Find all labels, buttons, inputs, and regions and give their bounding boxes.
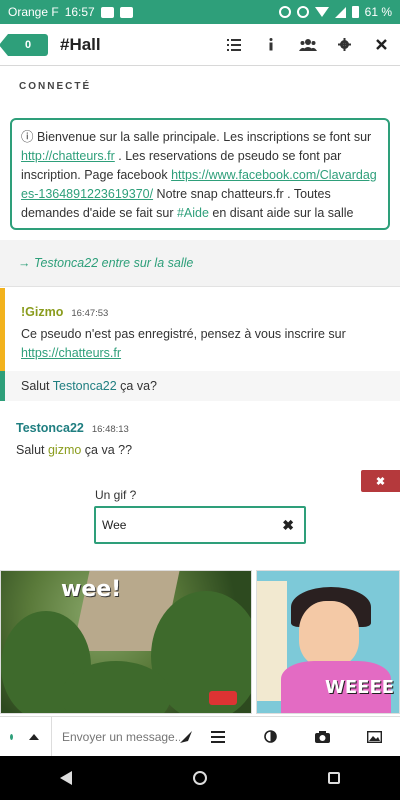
close-icon: ✖	[375, 475, 386, 488]
gif-search-field[interactable]: ✖	[94, 506, 306, 544]
send-icon[interactable]	[180, 717, 192, 757]
close-gif-panel-button[interactable]: ✖	[361, 470, 400, 492]
list-icon[interactable]	[215, 24, 252, 66]
online-status-icon	[10, 733, 13, 740]
message-input[interactable]	[62, 729, 180, 744]
welcome-text-4: en disant aide sur la salle	[208, 206, 354, 220]
battery-level: 61 %	[364, 5, 392, 19]
gif-caption: WEEEE	[325, 677, 395, 698]
gif-search-label: Un gif ?	[95, 488, 137, 502]
battery-icon	[351, 6, 359, 18]
carrier-label: Orange F	[8, 5, 59, 19]
vibrate-icon	[296, 6, 309, 18]
message-time: 16:48:13	[91, 424, 129, 435]
system-nav-bar	[0, 756, 400, 800]
signal-icon	[334, 6, 346, 18]
chat-message: Testonca22 16:48:13 Salut gizmo ça va ??	[0, 401, 400, 461]
back-icon[interactable]	[60, 771, 73, 785]
chat-message: !Gizmo 16:47:53 Ce pseudo n'est pas enreg…	[0, 288, 400, 371]
info-icon[interactable]	[252, 24, 289, 66]
gif-result[interactable]: wee!	[0, 570, 252, 714]
users-icon[interactable]	[289, 24, 326, 66]
menu-icon[interactable]	[192, 717, 244, 757]
camera-icon[interactable]	[296, 717, 348, 757]
close-icon[interactable]	[363, 24, 400, 66]
recent-apps-icon[interactable]	[327, 772, 340, 784]
unread-count: 0	[24, 38, 32, 51]
gif-results: wee! WEEEE	[0, 570, 400, 716]
mention[interactable]: gizmo	[48, 443, 81, 457]
chat-message-continuation: Salut Testonca22 ça va?	[0, 371, 400, 401]
gif-result[interactable]: WEEEE	[256, 570, 400, 714]
image-notification-icon	[119, 6, 133, 18]
message-author[interactable]: Testonca22	[16, 421, 84, 435]
home-icon[interactable]	[192, 771, 207, 785]
gif-logo	[209, 691, 237, 705]
connection-status: CONNECTÉ	[19, 81, 92, 92]
message-field[interactable]	[51, 716, 180, 757]
composer-bar	[0, 716, 400, 757]
message-time: 16:47:53	[71, 308, 109, 319]
message-body: Salut Testonca22 ça va?	[21, 377, 384, 396]
message-body: Ce pseudo n'est pas enregistré, pensez à…	[21, 325, 384, 363]
gif-caption: wee!	[61, 577, 122, 602]
signup-link[interactable]: http://chatteurs.fr	[21, 149, 115, 163]
chevron-up-icon[interactable]	[29, 733, 39, 740]
message-body: Salut gizmo ça va ??	[16, 441, 384, 460]
join-notice: → Testonca22 entre sur la salle	[0, 240, 400, 287]
message-text: Salut	[16, 443, 48, 457]
back-badge-button[interactable]: 0	[0, 33, 48, 56]
clock: 16:57	[64, 5, 95, 19]
status-bar: Orange F 16:57 61 %	[0, 0, 400, 24]
gif-scene	[299, 601, 359, 667]
image-icon[interactable]	[348, 717, 400, 757]
message-text: ça va?	[116, 379, 157, 393]
message-text: ça va ??	[81, 443, 133, 457]
app-header: 0 #Hall	[0, 24, 400, 66]
message-link[interactable]: https://chatteurs.fr	[21, 346, 121, 360]
welcome-banner: ⓘ Bienvenue sur la salle principale. Les…	[10, 118, 390, 230]
mention[interactable]: Testonca22	[53, 379, 117, 393]
message-text: Ce pseudo n'est pas enregistré, pensez à…	[21, 327, 346, 341]
message-author[interactable]: !Gizmo	[21, 305, 63, 319]
welcome-text-1: ⓘ Bienvenue sur la salle principale. Les…	[21, 130, 372, 144]
gif-search-input[interactable]	[96, 508, 266, 542]
snapchat-icon	[100, 6, 114, 18]
wifi-icon	[314, 7, 329, 17]
gear-icon[interactable]	[326, 24, 363, 66]
contrast-icon[interactable]	[244, 717, 296, 757]
help-room-tag[interactable]: #Aide	[177, 206, 209, 220]
clear-search-icon[interactable]: ✖	[282, 517, 294, 534]
alarm-icon	[278, 6, 291, 18]
message-text: Salut	[21, 379, 53, 393]
room-title: #Hall	[60, 34, 101, 54]
